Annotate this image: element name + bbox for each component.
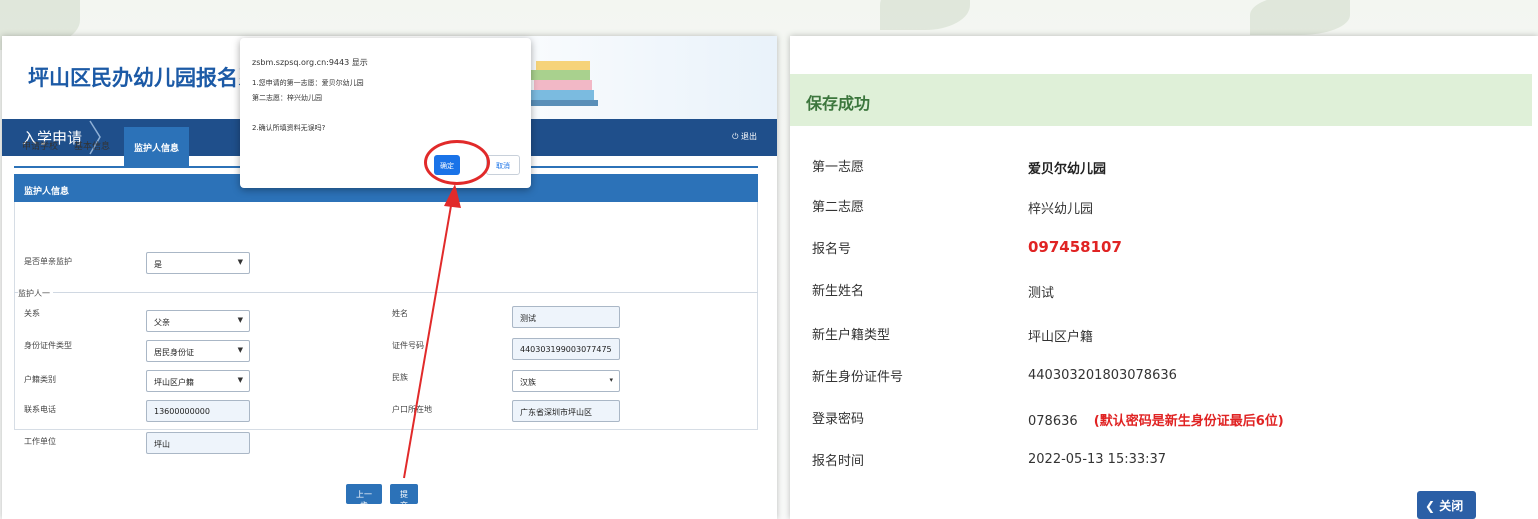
id-type-select[interactable]: 居民身份证 ▼: [146, 340, 250, 362]
single-parent-select[interactable]: 是 ▼: [146, 252, 250, 274]
tab-basic-info[interactable]: 基本信息: [66, 139, 118, 166]
student-id-label: 新生身份证件号: [812, 370, 904, 385]
guardian-legend: 监护人一: [18, 288, 53, 299]
single-parent-label: 是否单亲监护: [24, 257, 72, 266]
hukou-type-value: 坪山区户籍: [154, 378, 194, 387]
reg-no-value: 097458107: [1028, 238, 1122, 256]
password-value: 078636: [1028, 414, 1078, 429]
prev-step-button[interactable]: 上一步: [346, 484, 382, 510]
dialog-host: zsbm.szpsq.org.cn:9443 显示: [252, 58, 368, 67]
password-row: 078636 (默认密码是新生身份证最后6位): [1028, 410, 1284, 429]
ethnic-value: 汉族: [520, 378, 536, 387]
second-choice-value: 梓兴幼儿园: [1028, 202, 1094, 217]
password-note: (默认密码是新生身份证最后6位): [1093, 414, 1284, 429]
phone-input[interactable]: 13600000000: [146, 400, 250, 422]
work-input[interactable]: 坪山: [146, 432, 250, 454]
ethnic-select[interactable]: 汉族 ▾: [512, 370, 620, 392]
submit-button[interactable]: 提交: [390, 484, 418, 510]
relation-select[interactable]: 父亲 ▼: [146, 310, 250, 332]
result-panel: 保存成功 第一志愿 爱贝尔幼儿园 第二志愿 梓兴幼儿园 报名号 09745810…: [790, 36, 1538, 519]
highlight-circle: [424, 140, 490, 185]
relation-value: 父亲: [154, 318, 170, 327]
power-icon: ⏻: [732, 132, 739, 141]
chevron-down-icon: ▼: [237, 376, 243, 384]
background-leaf: [1250, 0, 1350, 35]
name-input[interactable]: 测试: [512, 306, 620, 328]
tab-bar: 申请学校 基本信息 监护人信息: [14, 126, 190, 166]
hukou-type-label: 户籍类别: [24, 375, 56, 384]
student-hukou-value: 坪山区户籍: [1028, 330, 1094, 345]
relation-label: 关系: [24, 309, 40, 318]
second-choice-label: 第二志愿: [812, 200, 865, 215]
name-label: 姓名: [392, 309, 408, 318]
student-name-value: 测试: [1028, 286, 1055, 301]
chevron-down-icon: ▼: [237, 316, 243, 324]
first-choice-label: 第一志愿: [812, 160, 865, 175]
close-button[interactable]: ❮ 关闭: [1417, 491, 1476, 519]
dialog-cancel-button[interactable]: 取消: [486, 155, 520, 175]
hukou-addr-input[interactable]: 广东省深圳市坪山区: [512, 400, 620, 422]
chevron-left-icon: ❮: [1425, 499, 1436, 513]
id-type-label: 身份证件类型: [24, 341, 72, 350]
hukou-addr-label: 户口所在地: [392, 405, 432, 414]
phone-label: 联系电话: [24, 405, 56, 414]
logout-link[interactable]: ⏻ 退出: [732, 131, 757, 142]
student-id-value: 440303201803078636: [1028, 368, 1177, 383]
background-leaf: [880, 0, 970, 30]
password-label: 登录密码: [812, 412, 865, 427]
fieldset-divider: [14, 292, 758, 293]
single-parent-value: 是: [154, 260, 162, 269]
reg-time-label: 报名时间: [812, 454, 865, 469]
id-no-label: 证件号码: [392, 341, 424, 350]
student-name-label: 新生姓名: [812, 284, 865, 299]
chevron-down-icon: ▾: [609, 376, 613, 384]
reg-no-label: 报名号: [812, 242, 852, 257]
id-no-input[interactable]: 440303199003077475: [512, 338, 620, 360]
close-label: 关闭: [1439, 499, 1464, 513]
books-illustration: [526, 61, 598, 106]
ethnic-label: 民族: [392, 373, 408, 382]
hukou-type-select[interactable]: 坪山区户籍 ▼: [146, 370, 250, 392]
dialog-line-confirm: 2.确认所填资料无误吗?: [252, 124, 326, 132]
id-type-value: 居民身份证: [154, 348, 194, 357]
chevron-down-icon: ▼: [237, 258, 243, 266]
logout-label: 退出: [741, 132, 757, 141]
guardian-form: [14, 202, 758, 430]
student-hukou-label: 新生户籍类型: [812, 328, 891, 343]
work-label: 工作单位: [24, 437, 56, 446]
chevron-down-icon: ▼: [237, 346, 243, 354]
dialog-line-first-choice: 1.您申请的第一志愿：爱贝尔幼儿园: [252, 79, 364, 87]
dialog-line-second-choice: 第二志愿：梓兴幼儿园: [252, 94, 322, 102]
tab-guardian-info[interactable]: 监护人信息: [124, 127, 190, 166]
reg-time-value: 2022-05-13 15:33:37: [1028, 452, 1167, 467]
tab-school[interactable]: 申请学校: [14, 139, 66, 166]
success-banner: 保存成功: [790, 74, 1532, 126]
first-choice-value: 爱贝尔幼儿园: [1028, 162, 1107, 177]
